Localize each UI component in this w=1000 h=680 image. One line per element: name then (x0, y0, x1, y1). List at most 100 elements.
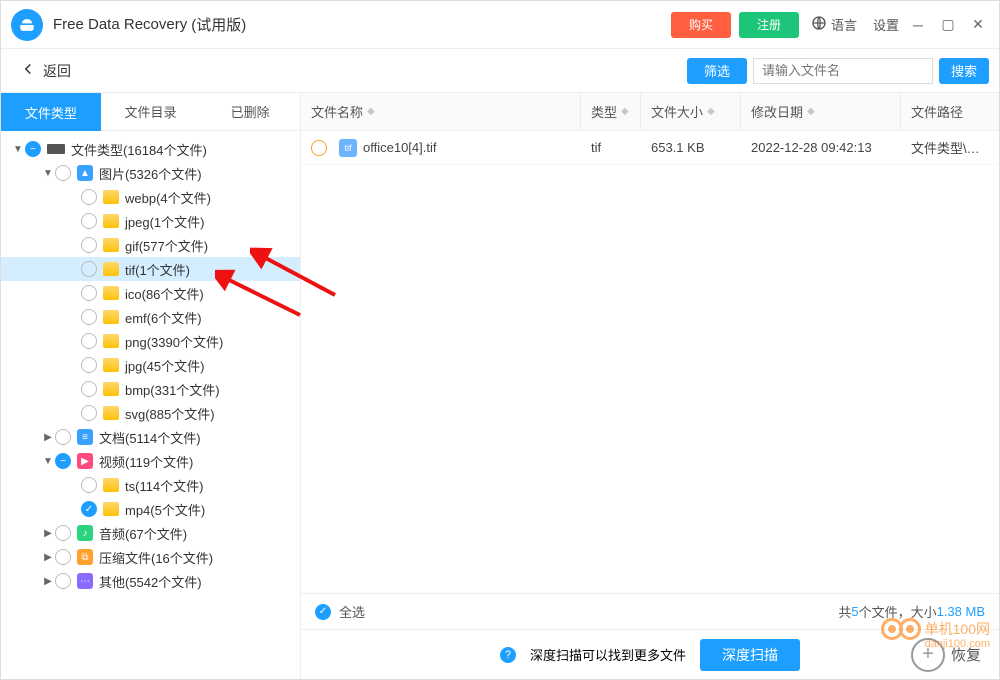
checkbox[interactable] (81, 357, 97, 373)
col-size[interactable]: 文件大小◆ (641, 93, 741, 130)
checkbox[interactable] (81, 381, 97, 397)
checkbox[interactable] (81, 477, 97, 493)
tree-item[interactable]: bmp(331个文件) (1, 377, 300, 401)
tree-item[interactable]: png(3390个文件) (1, 329, 300, 353)
tree-label: 压缩文件(16个文件) (99, 548, 213, 567)
checkbox[interactable] (81, 309, 97, 325)
folder-icon (103, 214, 119, 228)
info-icon: ? (500, 647, 516, 663)
tree-item[interactable]: webp(4个文件) (1, 185, 300, 209)
back-label: 返回 (43, 61, 71, 81)
checkbox[interactable] (55, 525, 71, 541)
tree-label: bmp(331个文件) (125, 380, 220, 399)
tree-item[interactable]: svg(885个文件) (1, 401, 300, 425)
folder-icon (103, 382, 119, 396)
checkbox[interactable] (55, 573, 71, 589)
folder-icon (103, 502, 119, 516)
tree-label: 图片(5326个文件) (99, 164, 202, 183)
chevron-right-icon[interactable]: ▶ (41, 432, 55, 443)
recover-label: 恢复 (951, 644, 981, 665)
minimize-button[interactable]: ─ (907, 14, 929, 36)
col-date[interactable]: 修改日期◆ (741, 93, 901, 130)
sort-icon: ◆ (807, 106, 815, 117)
back-button[interactable]: 返回 (11, 56, 79, 85)
tree-item[interactable]: jpeg(1个文件) (1, 209, 300, 233)
tree-root[interactable]: ▼ − 文件类型(16184个文件) (1, 137, 300, 161)
chevron-right-icon[interactable]: ▶ (41, 528, 55, 539)
tree-other[interactable]: ▶ ⋯ 其他(5542个文件) (1, 569, 300, 593)
maximize-button[interactable]: ▢ (937, 14, 959, 36)
tree-audio[interactable]: ▶ ♪ 音频(67个文件) (1, 521, 300, 545)
file-type: tif (581, 140, 641, 155)
chevron-down-icon[interactable]: ▼ (41, 456, 55, 467)
app-logo (11, 9, 43, 41)
tree-label: 视频(119个文件) (99, 452, 193, 471)
folder-icon (103, 310, 119, 324)
archive-icon: ⧉ (77, 549, 93, 565)
tab-deleted[interactable]: 已删除 (200, 93, 300, 131)
tree-label: 文档(5114个文件) (99, 428, 201, 447)
search-input[interactable] (753, 58, 933, 84)
tree-item[interactable]: emf(6个文件) (1, 305, 300, 329)
checkbox[interactable]: ✓ (81, 501, 97, 517)
checkbox[interactable] (55, 165, 71, 181)
table-body[interactable]: tifoffice10[4].tiftif653.1 KB2022-12-28 … (301, 131, 999, 593)
tab-file-dir[interactable]: 文件目录 (101, 93, 201, 131)
search-button[interactable]: 搜索 (939, 58, 989, 84)
filter-button[interactable]: 筛选 (687, 58, 747, 84)
close-button[interactable]: ✕ (967, 14, 989, 36)
chevron-right-icon[interactable]: ▶ (41, 576, 55, 587)
chevron-right-icon[interactable]: ▶ (41, 552, 55, 563)
deep-scan-button[interactable]: 深度扫描 (700, 639, 800, 671)
language-menu[interactable]: 语言 (811, 15, 857, 34)
tree-item[interactable]: gif(577个文件) (1, 233, 300, 257)
tree-label: jpg(45个文件) (125, 356, 204, 375)
table-row[interactable]: tifoffice10[4].tiftif653.1 KB2022-12-28 … (301, 131, 999, 165)
tree-images[interactable]: ▼ ▲ 图片(5326个文件) (1, 161, 300, 185)
globe-icon (811, 15, 827, 34)
checkbox[interactable] (81, 333, 97, 349)
checkbox-indeterminate[interactable]: − (25, 141, 41, 157)
buy-button[interactable]: 购买 (671, 12, 731, 38)
tree-label: jpeg(1个文件) (125, 212, 204, 231)
tree-label: 音频(67个文件) (99, 524, 187, 543)
chevron-down-icon[interactable]: ▼ (11, 144, 25, 155)
audio-icon: ♪ (77, 525, 93, 541)
tree-docs[interactable]: ▶ ≡ 文档(5114个文件) (1, 425, 300, 449)
col-path[interactable]: 文件路径 (901, 93, 999, 130)
checkbox[interactable] (81, 261, 97, 277)
tree-item[interactable]: ✓mp4(5个文件) (1, 497, 300, 521)
checkbox[interactable] (81, 189, 97, 205)
checkbox[interactable] (81, 213, 97, 229)
tree-label: tif(1个文件) (125, 260, 190, 279)
checkbox[interactable] (55, 429, 71, 445)
checkbox[interactable] (81, 405, 97, 421)
checkbox[interactable] (81, 237, 97, 253)
col-type[interactable]: 类型◆ (581, 93, 641, 130)
sort-icon: ◆ (367, 106, 375, 117)
tree-item[interactable]: jpg(45个文件) (1, 353, 300, 377)
other-icon: ⋯ (77, 573, 93, 589)
tab-file-type[interactable]: 文件类型 (1, 93, 101, 131)
register-button[interactable]: 注册 (739, 12, 799, 38)
file-tree[interactable]: ▼ − 文件类型(16184个文件) ▼ ▲ 图片(5326个文件) webp(… (1, 131, 300, 679)
tree-label: 文件类型(16184个文件) (71, 140, 207, 159)
settings-link[interactable]: 设置 (873, 15, 899, 34)
recover-button[interactable]: + 恢复 (911, 638, 981, 672)
folder-icon (103, 190, 119, 204)
tree-item[interactable]: ico(86个文件) (1, 281, 300, 305)
tree-item[interactable]: ts(114个文件) (1, 473, 300, 497)
checkbox[interactable] (55, 549, 71, 565)
checkbox[interactable] (311, 140, 327, 156)
tree-archive[interactable]: ▶ ⧉ 压缩文件(16个文件) (1, 545, 300, 569)
total-mid: 个文件，大小 (859, 602, 937, 621)
checkbox[interactable] (81, 285, 97, 301)
select-all-label: 全选 (339, 602, 365, 621)
checkbox-indeterminate[interactable]: − (55, 453, 71, 469)
chevron-down-icon[interactable]: ▼ (41, 168, 55, 179)
arrow-left-icon (19, 60, 37, 81)
tree-videos[interactable]: ▼ − ▶ 视频(119个文件) (1, 449, 300, 473)
tree-item[interactable]: tif(1个文件) (1, 257, 300, 281)
col-name[interactable]: 文件名称◆ (301, 93, 581, 130)
select-all-checkbox[interactable]: ✓ (315, 604, 331, 620)
